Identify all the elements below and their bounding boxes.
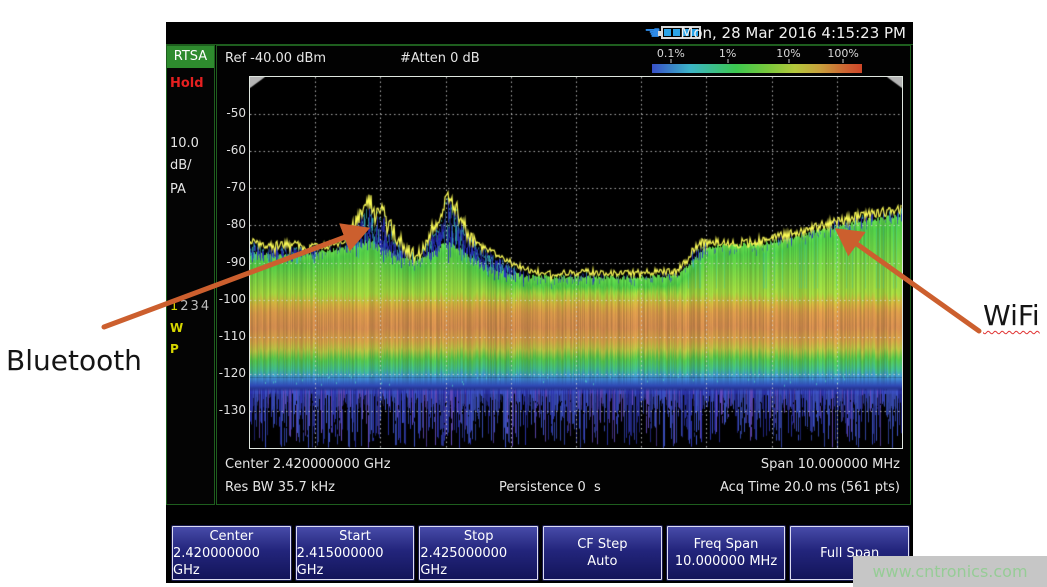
status-bar: ☚ Mon, 28 Mar 2016 4:15:23 PM [166,22,913,45]
y-axis-label: -80 [217,217,246,231]
instrument-screen: ☚ Mon, 28 Mar 2016 4:15:23 PM RTSA Hold … [166,22,913,583]
y-axis-label: -130 [217,403,246,417]
spectrum-density-canvas [250,77,902,448]
res-bw-annotation: Res BW 35.7 kHz [225,480,335,495]
density-scale-tick [670,59,671,63]
ref-level-label: Ref -40.00 dBm [225,51,326,66]
acq-time-annotation: Acq Time 20.0 ms (561 pts) [720,480,900,495]
measurement-area: Ref -40.00 dBm #Atten 0 dB 0.1%1%10%100%… [216,45,911,505]
softkey-value: 10.000000 MHz [675,553,777,570]
softkey-start[interactable]: Start 2.415000000 GHz [296,526,415,580]
y-axis-label: -90 [217,255,246,269]
y-axis-label: -120 [217,366,246,380]
battery-bar [664,29,671,36]
y-axis-label: -50 [217,106,246,120]
center-freq-annotation: Center 2.420000000 GHz [225,457,391,472]
datetime-text: Mon, 28 Mar 2016 4:15:23 PM [680,24,906,42]
wifi-callout-label: WiFi [983,299,1040,332]
left-settings-panel: RTSA Hold 10.0 dB/ PA 1234 W P [166,45,215,505]
density-gradient-bar [652,64,862,73]
softkey-value: 2.420000000 GHz [173,545,290,579]
softkey-label: Stop [464,528,494,545]
spectrum-plot [249,76,903,449]
preamp-label: PA [170,182,186,197]
trace-others: 234 [180,299,211,314]
softkey-label: Freq Span [694,536,759,553]
scale-unit: dB/ [170,158,192,173]
attenuation-label: #Atten 0 dB [400,51,480,66]
softkey-label: CF Step [577,536,627,553]
persistence-annotation: Persistence 0 s [499,480,601,495]
battery-bar [673,29,680,36]
softkey-value: 2.425000000 GHz [420,545,537,579]
softkey-value: 2.415000000 GHz [297,545,414,579]
detector-label: P [170,342,179,356]
density-color-scale: 0.1%1%10%100% [652,47,862,74]
softkey-value: Auto [587,553,617,570]
softkey-freq-span[interactable]: Freq Span 10.000000 MHz [667,526,786,580]
softkey-center[interactable]: Center 2.420000000 GHz [172,526,291,580]
bluetooth-callout-label: Bluetooth [6,344,142,377]
sweep-state-label: Hold [170,76,204,91]
y-axis-label: -110 [217,329,246,343]
softkey-label: Center [209,528,253,545]
density-scale-tick [843,59,844,63]
y-axis-label: -70 [217,180,246,194]
softkey-label: Start [339,528,371,545]
softkey-row: Center 2.420000000 GHz Start 2.415000000… [172,526,909,580]
softkey-stop[interactable]: Stop 2.425000000 GHz [419,526,538,580]
scale-value: 10.0 [170,136,199,151]
density-scale-tick [727,59,728,63]
watermark: www.cntronics.com [853,556,1047,587]
mode-badge: RTSA [167,46,214,68]
y-axis-label: -60 [217,143,246,157]
span-annotation: Span 10.000000 MHz [761,457,900,472]
trace-active: 1 [170,299,180,314]
trace-numbers: 1234 [170,299,211,314]
y-axis-label: -100 [217,292,246,306]
softkey-cf-step[interactable]: CF Step Auto [543,526,662,580]
density-scale-tick [788,59,789,63]
trace-mode-label: W [170,321,183,335]
